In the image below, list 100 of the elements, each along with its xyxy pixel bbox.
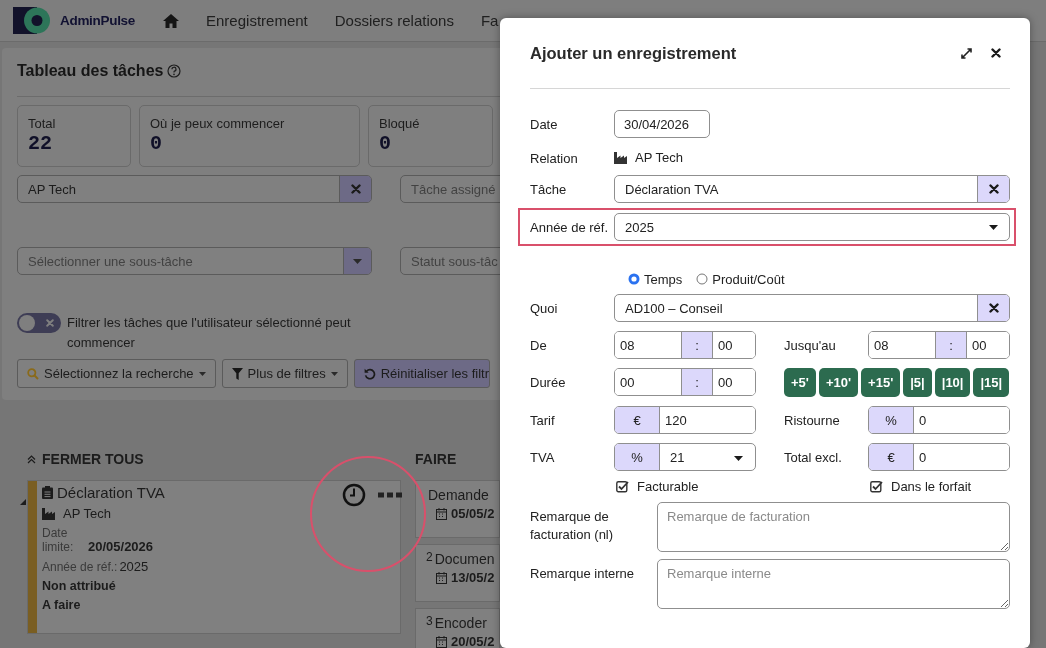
field-label: Remarque interne — [530, 565, 636, 583]
search-icon — [27, 367, 39, 380]
toggle-switch[interactable] — [17, 313, 61, 333]
nav-item[interactable]: Enregistrement — [206, 12, 308, 29]
vat-select-field[interactable]: % 21 — [614, 443, 756, 471]
input-field[interactable]: Statut sous-tâc — [400, 247, 500, 275]
subtask-title: Documen — [434, 551, 495, 567]
checkbox-icon[interactable] — [870, 480, 883, 493]
discount-field[interactable]: % 0 — [868, 406, 1010, 434]
input-field[interactable]: Tâche assigné — [400, 175, 500, 203]
filter-button[interactable]: Plus de filtres — [221, 359, 348, 388]
field-label: Remarque de facturation (nl) — [530, 508, 615, 544]
vat-value: 21 — [669, 448, 686, 467]
field-label: Jusqu'au — [784, 337, 837, 355]
home-icon[interactable] — [163, 13, 179, 28]
board-title: Tableau des tâches — [17, 62, 164, 80]
close-icon[interactable] — [991, 48, 1001, 58]
unit-text: % — [869, 407, 914, 433]
field-label: Relation — [530, 150, 579, 168]
radio-button[interactable] — [696, 273, 709, 285]
relation-select[interactable]: AP Tech — [17, 175, 372, 203]
year-label: Année de réf.: — [42, 560, 118, 574]
unit-text: € — [615, 407, 660, 433]
clear-icon[interactable] — [988, 303, 999, 313]
rate-field[interactable]: € 120 — [614, 406, 756, 434]
field-label: Quoi — [530, 300, 559, 318]
field-label: De — [530, 337, 548, 355]
caret-icon — [330, 371, 338, 376]
checkbox-icon[interactable] — [616, 480, 629, 493]
brand-name: AdminPulse — [60, 13, 135, 28]
nav-item[interactable]: Dossiers relations — [334, 12, 454, 29]
time-button[interactable]: +15' — [861, 368, 901, 397]
subtask-card[interactable]: $^{2}$ Documen 13/05/2 — [415, 544, 500, 602]
task-select[interactable]: Déclaration TVA — [614, 175, 1010, 203]
calendar-icon — [436, 635, 447, 648]
factory-icon — [614, 151, 627, 164]
total-field[interactable]: € 0 — [868, 443, 1010, 471]
nav-item[interactable]: Fa — [480, 12, 499, 29]
date-field[interactable]: 30/04/2026 — [614, 110, 710, 138]
subtask-date: 20/05/2 — [451, 634, 495, 648]
start-time-field[interactable]: 08 : 00 — [614, 331, 756, 359]
time-button[interactable]: |5| — [903, 368, 932, 397]
stat-card[interactable]: Bloqué 0 — [368, 105, 493, 167]
unit-text: € — [869, 444, 914, 470]
stat-value: 0 — [379, 132, 392, 155]
subtask-title: Demande — [428, 487, 489, 503]
remark-field[interactable]: Remarque interne — [657, 559, 1010, 609]
stat-card[interactable]: Où je peux commencer 0 — [139, 105, 360, 167]
caret-icon — [734, 455, 743, 461]
unit-text: % — [615, 444, 660, 470]
calendar-icon — [436, 507, 447, 520]
caret-icon — [353, 258, 362, 264]
separator-text: : — [935, 332, 967, 358]
time-button[interactable]: |10| — [934, 368, 971, 397]
year-select[interactable]: 2025 — [614, 213, 1010, 241]
subtask-card[interactable]: Demande 05/05/2 — [415, 480, 500, 538]
caret-icon — [989, 224, 998, 230]
field-label: Année de réf. — [530, 219, 610, 237]
task-card[interactable]: Déclaration TVA AP Tech Date limite: 20/05/2026 Année de réf.:2025 Non attribué A faire — [27, 480, 401, 634]
radio-label: Temps — [644, 271, 683, 287]
time-button[interactable]: +5' — [784, 368, 816, 397]
field-label: Ristourne — [784, 412, 841, 430]
expand-icon[interactable] — [961, 47, 972, 59]
stat-value: 0 — [150, 132, 163, 155]
logo-icon[interactable] — [13, 7, 53, 34]
radio-label: Produit/Coût — [712, 271, 785, 287]
off-icon[interactable] — [46, 319, 54, 327]
end-time-field[interactable]: 08 : 00 — [868, 331, 1010, 359]
reset-button[interactable]: Réinitialiser les filtr — [353, 359, 490, 388]
radio-button[interactable] — [628, 273, 640, 285]
undo-icon — [363, 367, 376, 380]
relation-value: AP Tech — [635, 150, 683, 165]
status-text: A faire — [42, 598, 82, 612]
separator-text: : — [681, 369, 713, 395]
subtask-date: 05/05/2 — [451, 506, 495, 521]
duration-time-field[interactable]: 00 : 00 — [614, 368, 756, 396]
field-label: Tâche — [530, 181, 568, 199]
deadline-date: 20/05/2026 — [88, 539, 154, 554]
subtask-card[interactable]: $^{3}$ Encoder 20/05/2 — [415, 608, 500, 648]
field-label: Date — [530, 116, 559, 134]
dialog-title: Ajouter un enregistrement — [530, 43, 738, 63]
clear-icon[interactable] — [988, 184, 999, 194]
clock-icon[interactable] — [342, 483, 366, 507]
stat-card[interactable]: Total 22 — [17, 105, 131, 167]
factory-icon — [42, 507, 55, 520]
time-button[interactable]: +10' — [818, 368, 859, 397]
remark-field[interactable]: Remarque de facturation — [657, 502, 1010, 552]
collapse-all-link[interactable]: FERMER TOUS — [42, 451, 144, 467]
time-button[interactable]: |15| — [973, 368, 1010, 397]
activity-select[interactable]: AD100 – Conseil — [614, 294, 1010, 322]
field-label: Total excl. — [784, 449, 843, 467]
checkbox-label: Facturable — [637, 479, 699, 494]
field-label: TVA — [530, 449, 556, 467]
deadline-label: Date limite: — [42, 526, 75, 554]
column-title: FAIRE — [415, 451, 457, 467]
help-icon[interactable] — [167, 64, 182, 78]
collapse-icon[interactable] — [27, 454, 36, 464]
more-icon[interactable] — [378, 492, 402, 498]
separator-text: : — [681, 332, 713, 358]
search-button[interactable]: Sélectionnez la recherche — [17, 359, 216, 388]
